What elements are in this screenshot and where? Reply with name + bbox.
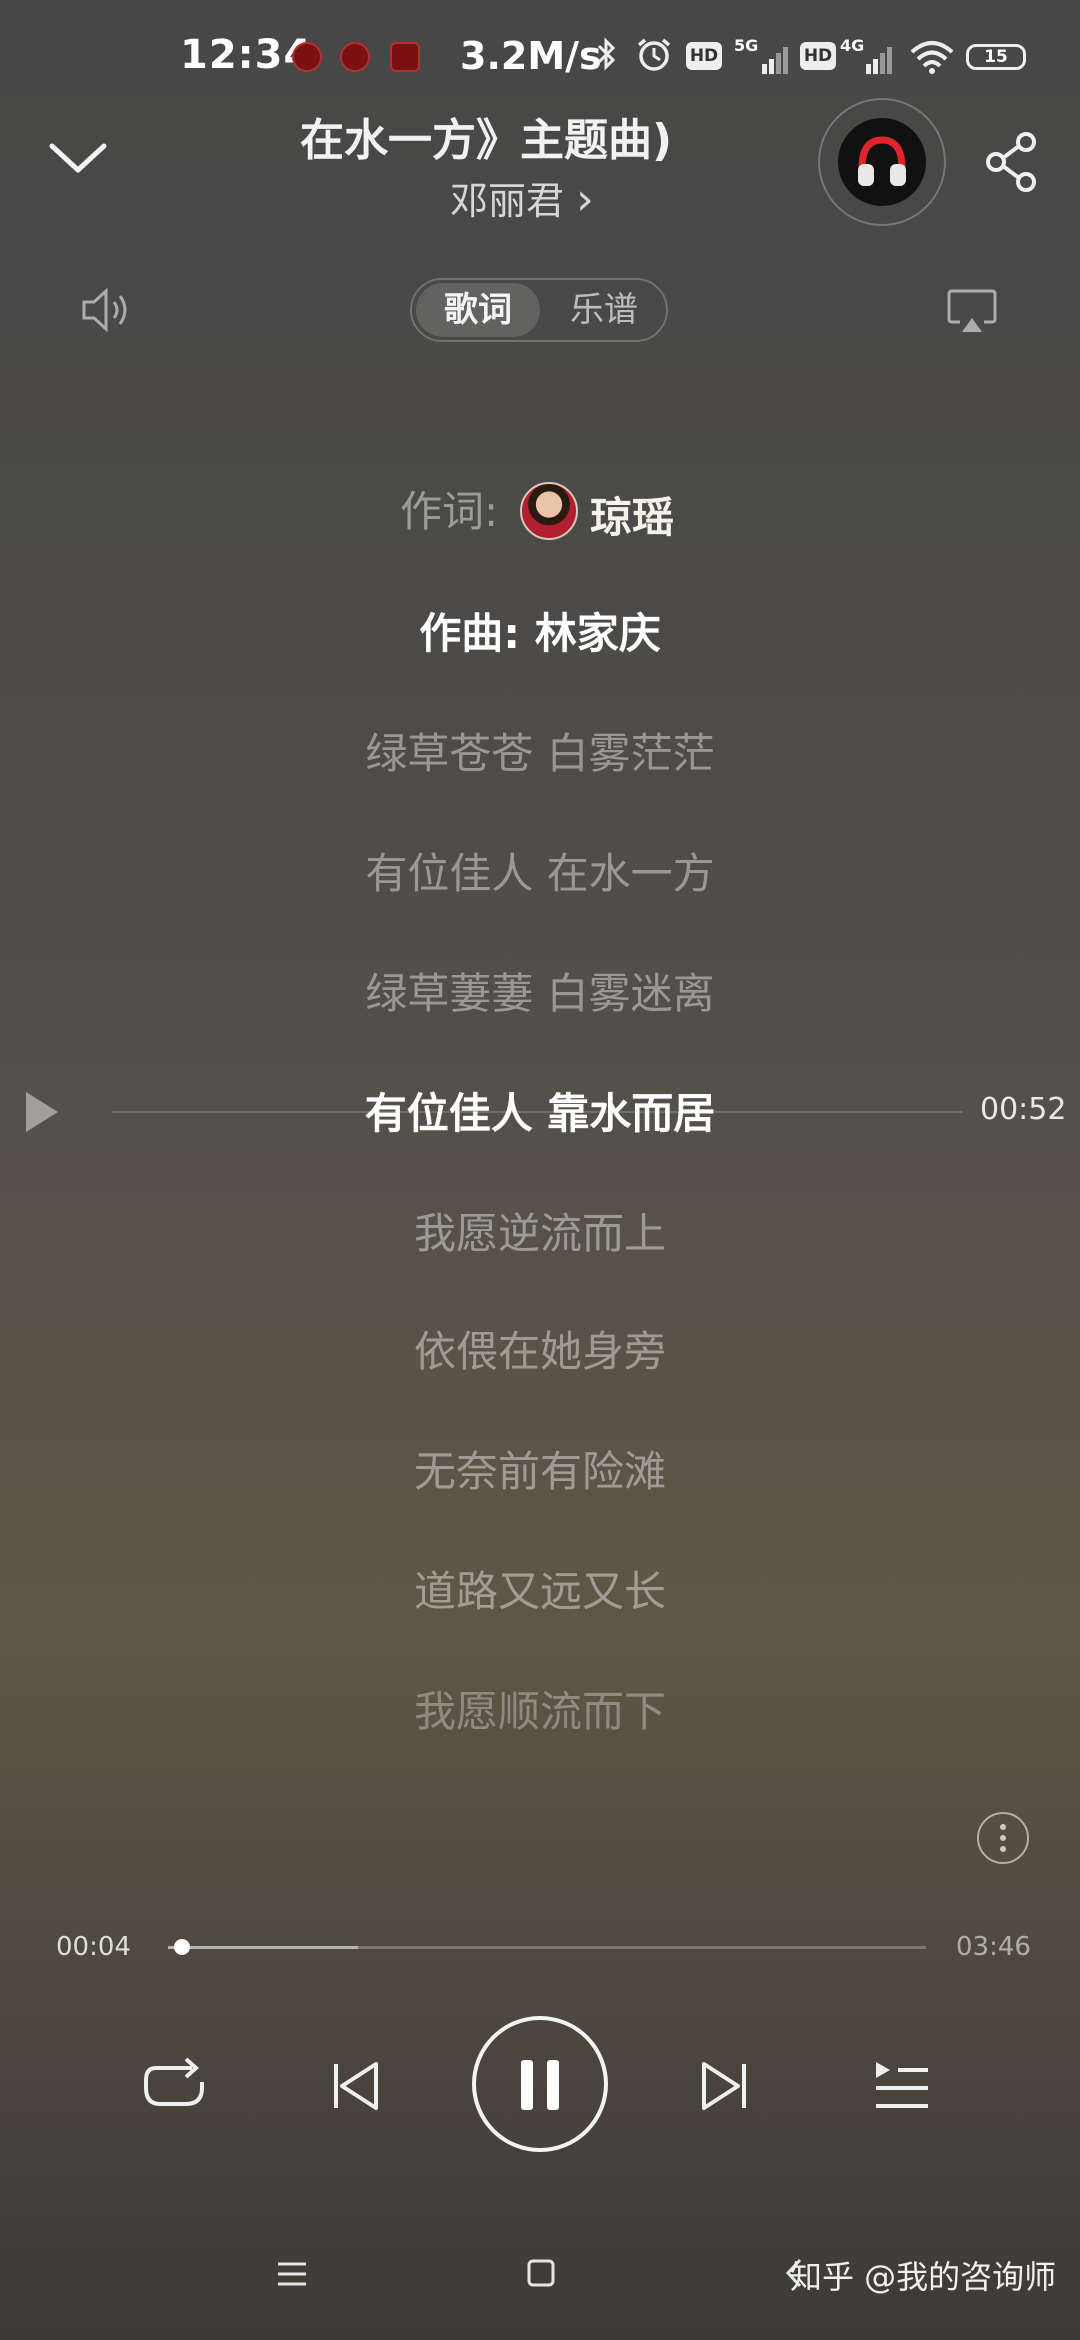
bluetooth-icon [597,37,616,71]
playlist-icon[interactable] [872,2058,932,2114]
artist-link[interactable]: 邓丽君 › [450,170,594,225]
signal-icon [866,47,892,74]
artist-name: 邓丽君 [450,179,565,223]
tab-score[interactable]: 乐谱 [546,283,662,337]
more-options-button[interactable] [977,1812,1029,1864]
home-icon[interactable] [526,2258,556,2288]
tab-lyrics[interactable]: 歌词 [416,283,540,337]
previous-track-icon[interactable] [332,2060,380,2112]
lyricist-credit: 作词: [400,478,498,542]
song-title: 在水一方》主题曲) [300,115,673,166]
pause-icon [547,2060,559,2110]
lyric-line[interactable]: 绿草萋萋 白雾迷离 [0,960,1080,1021]
lyric-line[interactable]: 无奈前有险滩 [0,1438,1080,1499]
cast-screen-icon[interactable] [946,288,998,336]
composer-credit: 作曲: 林家庆 [419,609,661,658]
notification-icon [292,42,322,72]
lyricist-name[interactable]: 琼瑶 [590,484,674,545]
wifi-icon [910,41,954,74]
menu-icon[interactable] [276,2260,308,2288]
next-track-icon[interactable] [700,2060,748,2112]
play-from-line-icon[interactable] [22,1088,62,1136]
volume-icon[interactable] [80,284,136,336]
pause-button[interactable] [472,2016,608,2152]
lyric-line-current[interactable]: 有位佳人 靠水而居 [0,1080,1080,1141]
lyricist-label: 作词: [400,487,499,536]
time-total: 03:46 [956,1932,1031,1962]
lyric-line[interactable]: 道路又远又长 [0,1558,1080,1619]
alarm-icon [637,38,671,71]
watermark: 知乎 @我的咨询师 [790,2258,1057,2296]
lyric-seek-time: 00:52 [980,1092,1067,1127]
notification-icon [340,42,370,72]
lyric-line[interactable]: 我愿顺流而下 [0,1678,1080,1739]
more-vertical-icon [1000,1824,1006,1852]
network-speed: 3.2M/s [460,34,602,78]
lyric-line[interactable]: 有位佳人 在水一方 [0,840,1080,901]
battery-indicator: 15 [966,44,1026,70]
lyric-line[interactable]: 绿草苍苍 白雾茫茫 [0,720,1080,781]
pause-icon [521,2060,533,2110]
share-icon[interactable] [982,130,1042,194]
progress-knob[interactable] [173,1939,190,1955]
notification-icon [390,42,420,72]
lyricist-avatar[interactable] [520,482,578,540]
hd-badge: HD [686,42,722,70]
time-elapsed: 00:04 [56,1932,131,1962]
progress-buffer [168,1946,358,1949]
lyric-line[interactable]: 我愿逆流而上 [0,1200,1080,1261]
headphones-icon [858,136,906,186]
hd-badge: HD [800,42,836,70]
repeat-icon[interactable] [142,2056,208,2114]
chevron-right-icon: › [576,174,594,225]
collapse-chevron-icon[interactable] [46,138,110,178]
lyric-line[interactable]: 依偎在她身旁 [0,1318,1080,1379]
signal-icon [762,47,788,74]
